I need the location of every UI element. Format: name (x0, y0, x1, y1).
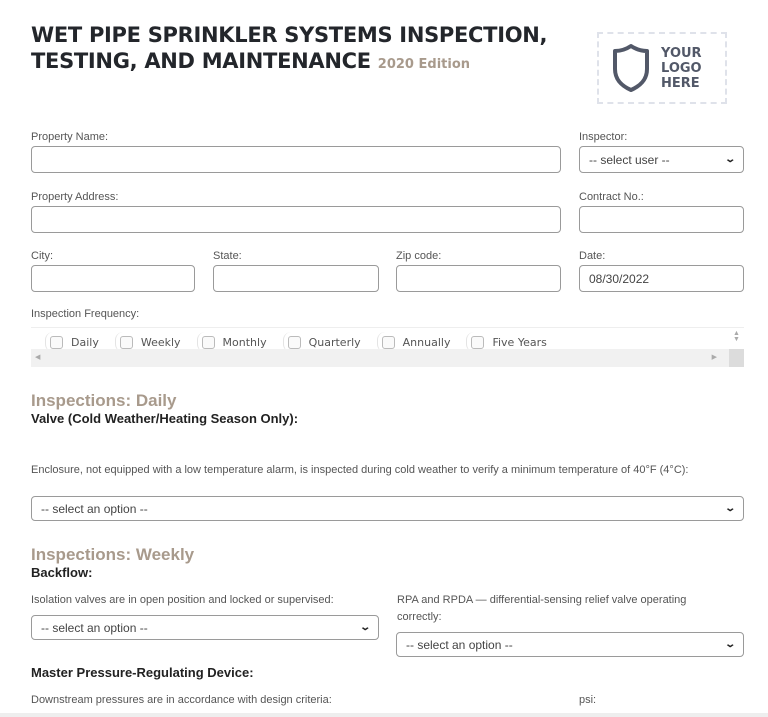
checkbox[interactable] (381, 335, 395, 349)
inspector-select-value: -- select user -- (589, 152, 670, 167)
scroll-down-icon[interactable]: ▼ (733, 336, 740, 343)
select-value: -- select an option -- (41, 620, 148, 635)
inspection-frequency-label: Inspection Frequency: (31, 308, 140, 320)
state-label: State: (213, 250, 242, 262)
title-line-1: WET PIPE SPRINKLER SYSTEMS INSPECTION, (31, 23, 548, 47)
question-rpa-rpda: RPA and RPDA — differential-sensing reli… (397, 594, 687, 623)
zip-code-input[interactable] (396, 265, 561, 292)
contract-no-label: Contract No.: (579, 191, 644, 203)
property-name-label: Property Name: (31, 131, 109, 143)
chevron-down-icon: ⌄ (723, 154, 736, 165)
edition-label: 2020 Edition (377, 57, 471, 72)
checkbox[interactable] (287, 335, 301, 349)
checkbox[interactable] (201, 335, 215, 349)
title-line-2: TESTING, AND MAINTENANCE (31, 49, 371, 73)
state-input[interactable] (213, 265, 379, 292)
question-isolation-valves: Isolation valves are in open position an… (31, 594, 334, 606)
scrollbar-corner (729, 349, 744, 367)
vertical-scrollbar[interactable]: ▲ ▼ (729, 328, 744, 367)
select-value: -- select an option -- (406, 637, 513, 652)
question-downstream-pressures: Downstream pressures are in accordance w… (31, 694, 332, 706)
scroll-left-icon[interactable]: ◀ (35, 353, 40, 361)
logo-text-line: HERE (661, 75, 700, 91)
page-header: WET PIPE SPRINKLER SYSTEMS INSPECTION, T… (31, 22, 591, 78)
frequency-option-label: Five Years (492, 335, 547, 349)
property-address-input[interactable] (31, 206, 561, 233)
shield-icon (613, 44, 649, 92)
psi-label: psi: (579, 694, 597, 706)
inspector-select[interactable]: -- select user -- ⌄ (579, 146, 744, 173)
frequency-option-label: Monthly (222, 335, 267, 349)
scroll-right-icon[interactable]: ▶ (712, 353, 717, 361)
subsection-title-valve: Valve (Cold Weather/Heating Season Only)… (31, 411, 299, 426)
checkbox[interactable] (471, 335, 485, 349)
property-name-input[interactable] (31, 146, 561, 173)
frequency-option-label: Daily (71, 335, 99, 349)
property-address-label: Property Address: (31, 191, 119, 203)
section-title-daily: Inspections: Daily (31, 391, 177, 410)
chevron-down-icon: ⌄ (358, 622, 371, 633)
bottom-divider (0, 713, 768, 717)
logo-placeholder: YOUR LOGO HERE (597, 32, 727, 104)
frequency-option-label: Quarterly (308, 335, 361, 349)
logo-text: YOUR LOGO HERE (661, 46, 702, 91)
question-enclosure-temperature: Enclosure, not equipped with a low tempe… (31, 464, 689, 476)
subsection-title-master-pressure: Master Pressure-Regulating Device: (31, 665, 254, 680)
city-label: City: (31, 250, 53, 262)
checkbox[interactable] (119, 335, 133, 349)
rpa-rpda-select[interactable]: -- select an option -- ⌄ (396, 632, 744, 657)
page-title: WET PIPE SPRINKLER SYSTEMS INSPECTION, T… (31, 22, 591, 78)
date-label: Date: (579, 250, 606, 262)
enclosure-temperature-select[interactable]: -- select an option -- ⌄ (31, 496, 744, 521)
select-value: -- select an option -- (41, 501, 148, 516)
date-input[interactable]: 08/30/2022 (579, 265, 744, 292)
city-input[interactable] (31, 265, 195, 292)
logo-text-line: LOGO (661, 60, 702, 76)
inspector-label: Inspector: (579, 131, 628, 143)
frequency-scroll-container: Daily Weekly Monthly Quarterly Annually … (31, 327, 744, 367)
section-title-weekly: Inspections: Weekly (31, 545, 195, 564)
chevron-down-icon: ⌄ (723, 639, 736, 650)
logo-text-line: YOUR (661, 45, 702, 61)
frequency-option-label: Annually (402, 335, 451, 349)
frequency-option-label: Weekly (140, 335, 181, 349)
zip-code-label: Zip code: (396, 250, 442, 262)
checkbox[interactable] (50, 335, 63, 349)
horizontal-scrollbar[interactable]: ◀ ▶ (31, 349, 729, 367)
chevron-down-icon: ⌄ (723, 503, 736, 514)
subsection-title-backflow: Backflow: (31, 565, 93, 580)
isolation-valves-select[interactable]: -- select an option -- ⌄ (31, 615, 379, 640)
contract-no-input[interactable] (579, 206, 744, 233)
